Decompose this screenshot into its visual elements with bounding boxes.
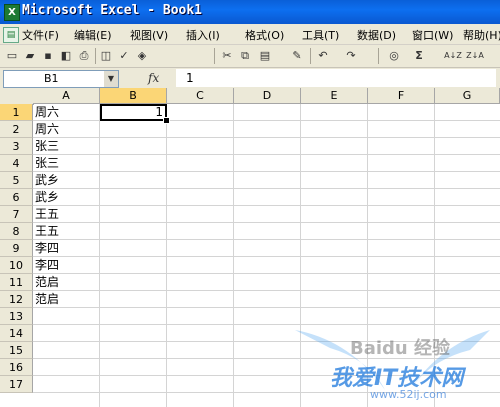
autosum-icon[interactable]: Σ [412,49,426,63]
cell-a5[interactable]: 武乡 [35,172,59,189]
format-painter-icon[interactable]: ✎ [290,49,304,63]
open-icon[interactable]: ▰ [23,49,37,63]
menu-tools[interactable]: 工具(T) [302,27,339,43]
undo-icon[interactable]: ↶ [316,49,330,63]
toolbar-separator [378,48,379,64]
row-header[interactable]: 11 [0,274,33,291]
menu-data[interactable]: 数据(D) [357,27,396,43]
select-all-corner[interactable] [0,88,34,105]
chevron-down-icon[interactable]: ▼ [104,71,118,87]
new-icon[interactable]: ▭ [5,49,19,63]
cell-a10[interactable]: 李四 [35,257,59,274]
redo-icon[interactable]: ↷ [344,49,358,63]
row-header[interactable]: 12 [0,291,33,308]
menu-help[interactable]: 帮助(H) [463,27,500,43]
row-header[interactable]: 7 [0,206,33,223]
name-box[interactable]: B1 ▼ [3,70,119,88]
title-bar: X Microsoft Excel - Book1 [0,0,500,24]
cell-a12[interactable]: 范启 [35,291,59,308]
menu-bar: ▤ 文件(F) 编辑(E) 视图(V) 插入(I) 格式(O) 工具(T) 数据… [0,24,500,45]
formula-input[interactable]: 1 [176,69,496,87]
active-cell-border [100,104,167,121]
row-header[interactable]: 10 [0,257,33,274]
name-box-value: B1 [44,72,59,85]
toolbar-separator [95,48,96,64]
print-preview-icon[interactable]: ◫ [99,49,113,63]
row-header[interactable]: 1 [0,104,33,121]
menu-insert[interactable]: 插入(I) [186,27,220,43]
cell-a11[interactable]: 范启 [35,274,59,291]
sort-descending-icon[interactable]: Z↓A [466,49,484,63]
column-header-b[interactable]: B [100,88,167,104]
insert-function-icon[interactable]: fx [148,71,159,85]
research-icon[interactable]: ◈ [135,49,149,63]
cell-a8[interactable]: 王五 [35,223,59,240]
row-header[interactable]: 3 [0,138,33,155]
column-header-d[interactable]: D [234,88,301,104]
menu-edit[interactable]: 编辑(E) [74,27,112,43]
column-header-c[interactable]: C [167,88,234,104]
excel-icon: X [4,4,20,21]
column-header-e[interactable]: E [301,88,368,104]
sort-ascending-icon[interactable]: A↓Z [444,49,462,63]
row-header[interactable]: 9 [0,240,33,257]
menu-file[interactable]: 文件(F) [22,27,59,43]
row-header[interactable]: 6 [0,189,33,206]
cell-a2[interactable]: 周六 [35,121,59,138]
row-header[interactable]: 4 [0,155,33,172]
row-header[interactable]: 2 [0,121,33,138]
worksheet-grid: A B C D E F G 1 2 3 4 5 6 7 8 9 10 11 12… [0,88,500,407]
standard-toolbar: ▭ ▰ ▪ ◧ ⎙ ◫ ✓ ◈ ✂ ⧉ ▤ ✎ ↶ ↷ ◎ Σ A↓Z Z↓A [0,45,500,68]
cell-area[interactable] [33,104,500,407]
toolbar-separator [310,48,311,64]
row-header[interactable]: 13 [0,308,33,325]
workbook-control-icon[interactable]: ▤ [3,27,19,43]
permission-icon[interactable]: ◧ [59,49,73,63]
row-header[interactable]: 16 [0,359,33,376]
cell-a6[interactable]: 武乡 [35,189,59,206]
cell-a3[interactable]: 张三 [35,138,59,155]
cell-a1[interactable]: 周六 [35,104,59,121]
column-header-f[interactable]: F [368,88,435,104]
row-header[interactable]: 14 [0,325,33,342]
menu-view[interactable]: 视图(V) [130,27,168,43]
menu-format[interactable]: 格式(O) [245,27,284,43]
cell-a7[interactable]: 王五 [35,206,59,223]
row-header[interactable]: 8 [0,223,33,240]
toolbar-separator [214,48,215,64]
window-title: Microsoft Excel - Book1 [22,3,203,18]
hyperlink-icon[interactable]: ◎ [387,49,401,63]
formula-bar: B1 ▼ fx 1 [0,68,500,89]
row-header[interactable]: 15 [0,342,33,359]
copy-icon[interactable]: ⧉ [238,49,252,63]
print-icon[interactable]: ⎙ [77,49,91,63]
cut-icon[interactable]: ✂ [220,49,234,63]
spelling-icon[interactable]: ✓ [117,49,131,63]
save-icon[interactable]: ▪ [41,49,55,63]
row-header[interactable]: 5 [0,172,33,189]
column-header-g[interactable]: G [435,88,500,104]
cell-a4[interactable]: 张三 [35,155,59,172]
cell-a9[interactable]: 李四 [35,240,59,257]
fill-handle[interactable] [163,117,170,124]
menu-window[interactable]: 窗口(W) [412,27,453,43]
row-header[interactable]: 17 [0,376,33,393]
column-header-a[interactable]: A [33,88,100,104]
paste-icon[interactable]: ▤ [258,49,272,63]
